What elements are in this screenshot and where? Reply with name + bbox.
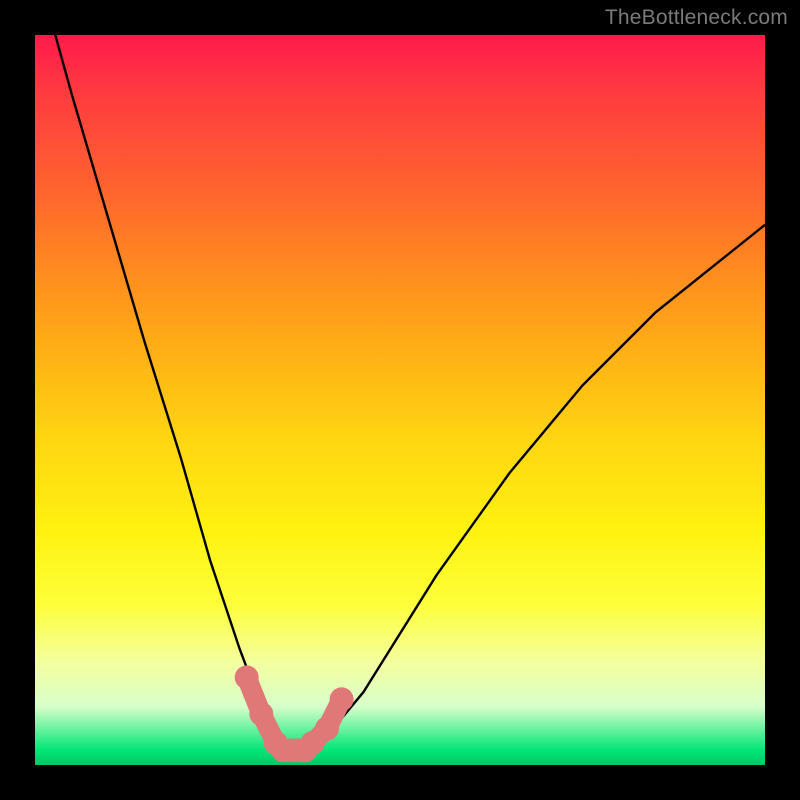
highlighted-point — [249, 702, 273, 726]
highlighted-range-markers — [235, 665, 354, 762]
highlighted-point — [330, 687, 354, 711]
highlighted-point — [235, 665, 259, 689]
bottleneck-curve — [35, 35, 765, 750]
watermark-text: TheBottleneck.com — [605, 6, 788, 30]
chart-frame: TheBottleneck.com — [0, 0, 800, 800]
curve-layer — [35, 35, 765, 765]
highlighted-point — [315, 717, 339, 741]
plot-area — [35, 35, 765, 765]
